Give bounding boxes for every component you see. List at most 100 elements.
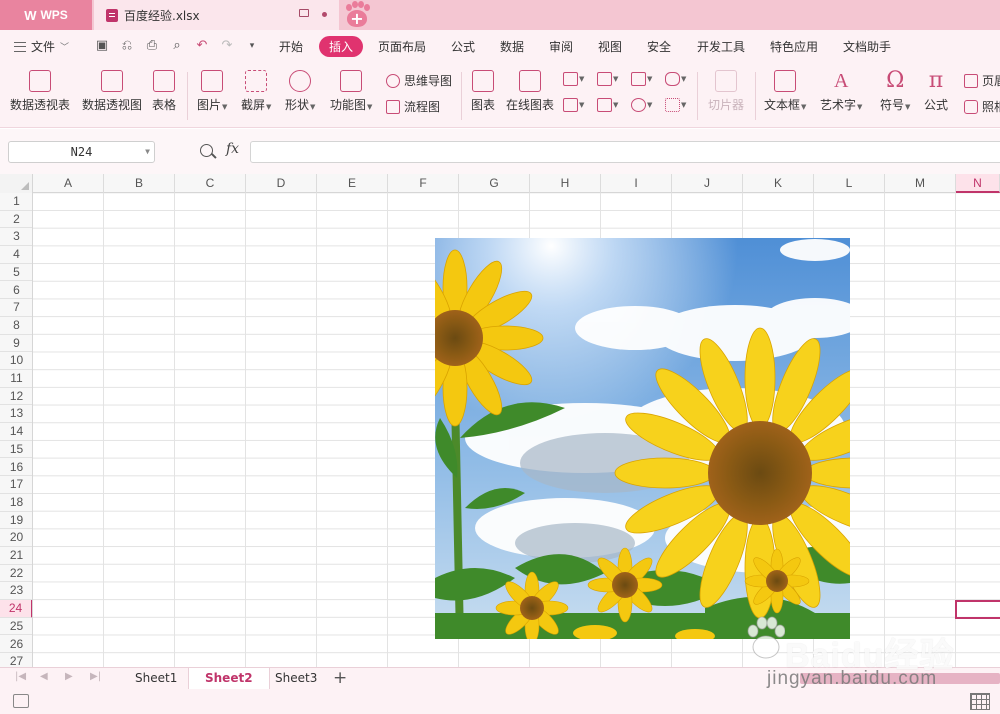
column-header[interactable]: G <box>459 174 530 193</box>
zoom-icon[interactable] <box>200 144 213 157</box>
column-header[interactable]: L <box>814 174 885 193</box>
table-button[interactable]: 表格 <box>152 70 176 113</box>
row-header[interactable]: 6 <box>0 282 32 300</box>
column-header[interactable]: K <box>743 174 814 193</box>
inserted-picture[interactable] <box>435 238 850 639</box>
wordart-button[interactable]: A 艺术字▼ <box>820 70 862 113</box>
formula-input[interactable] <box>250 141 1000 163</box>
column-chart-dropdown[interactable]: ▼ <box>563 70 589 88</box>
tab-special-features[interactable]: 特色应用 <box>770 38 818 55</box>
pivot-table-button[interactable]: 数据透视表 <box>10 70 70 113</box>
row-header[interactable]: 12 <box>0 388 32 406</box>
row-header[interactable]: 16 <box>0 459 32 477</box>
format-painter-icon[interactable]: ⎌ <box>119 38 135 54</box>
tab-insert[interactable]: 插入 <box>319 36 364 57</box>
tab-security[interactable]: 安全 <box>647 38 671 55</box>
row-header[interactable]: 2 <box>0 211 32 229</box>
sheet-tab-sheet1[interactable]: Sheet1 <box>135 671 177 685</box>
row-header[interactable]: 13 <box>0 405 32 424</box>
equation-button[interactable]: π 公式 <box>924 70 948 113</box>
add-sheet-button[interactable]: + <box>333 668 347 688</box>
row-header[interactable]: 21 <box>0 547 32 565</box>
stock-chart-dropdown[interactable]: ▼ <box>597 96 623 114</box>
textbox-button[interactable]: 文本框▼ <box>764 70 806 113</box>
line-chart-dropdown[interactable]: ▼ <box>631 70 657 88</box>
print-icon[interactable]: ⎙ <box>144 38 160 54</box>
tab-page-layout[interactable]: 页面布局 <box>378 38 426 55</box>
row-header[interactable]: 18 <box>0 494 32 512</box>
tab-developer[interactable]: 开发工具 <box>697 38 745 55</box>
column-header[interactable]: B <box>104 174 175 193</box>
slicer-button[interactable]: 切片器 <box>708 70 744 113</box>
symbol-button[interactable]: Ω 符号▼ <box>880 70 910 113</box>
column-header[interactable]: H <box>530 174 601 193</box>
column-header[interactable]: I <box>601 174 672 193</box>
column-header[interactable]: F <box>388 174 459 193</box>
column-header-active[interactable]: N <box>956 174 1000 193</box>
row-header[interactable]: 27 <box>0 653 32 667</box>
row-header[interactable]: 26 <box>0 636 32 654</box>
document-tab[interactable]: 百度经验.xlsx <box>94 0 339 30</box>
previous-sheet-icon[interactable]: ◀ <box>40 671 48 682</box>
shapes-button[interactable]: 形状▼ <box>285 70 315 113</box>
scatter-chart-dropdown[interactable]: ▼ <box>665 96 691 114</box>
column-header[interactable]: A <box>33 174 104 193</box>
first-sheet-icon[interactable]: |◀ <box>15 671 26 682</box>
row-header[interactable]: 8 <box>0 317 32 335</box>
row-header[interactable]: 10 <box>0 352 32 370</box>
pie-chart-dropdown[interactable]: ▼ <box>631 96 657 114</box>
macro-record-icon[interactable] <box>13 694 29 708</box>
row-header[interactable]: 4 <box>0 246 32 264</box>
column-header[interactable]: M <box>885 174 956 193</box>
flowchart-button[interactable]: 流程图 <box>386 98 440 115</box>
save-icon[interactable]: ▣ <box>94 38 110 54</box>
row-header[interactable]: 23 <box>0 582 32 601</box>
pivot-chart-button[interactable]: 数据透视图 <box>82 70 142 113</box>
sheet-tab-sheet2[interactable]: Sheet2 <box>188 668 270 690</box>
area-chart-dropdown[interactable]: ▼ <box>563 96 589 114</box>
selected-cell[interactable] <box>955 600 1000 619</box>
tab-review[interactable]: 审阅 <box>549 38 573 55</box>
row-header[interactable]: 7 <box>0 299 32 317</box>
row-header[interactable]: 14 <box>0 423 32 441</box>
column-header[interactable]: D <box>246 174 317 193</box>
last-sheet-icon[interactable]: ▶| <box>90 671 101 682</box>
sheet-tab-sheet3[interactable]: Sheet3 <box>275 671 317 685</box>
tab-data[interactable]: 数据 <box>500 38 524 55</box>
horizontal-scrollbar[interactable] <box>800 673 1000 684</box>
row-header[interactable]: 3 <box>0 228 32 247</box>
row-header[interactable]: 25 <box>0 618 32 636</box>
fx-icon[interactable]: fx <box>226 141 239 157</box>
row-header[interactable]: 17 <box>0 476 32 494</box>
customize-dropdown-icon[interactable]: ▾ <box>244 38 260 54</box>
column-header[interactable]: J <box>672 174 743 193</box>
row-header[interactable]: 15 <box>0 441 32 459</box>
next-sheet-icon[interactable]: ▶ <box>65 671 73 682</box>
normal-view-icon[interactable] <box>970 693 990 710</box>
bar-chart-dropdown[interactable]: ▼ <box>597 70 623 88</box>
row-header[interactable]: 20 <box>0 529 32 547</box>
function-chart-button[interactable]: 功能图▼ <box>330 70 372 113</box>
print-preview-icon[interactable]: ⌕ <box>169 38 185 54</box>
select-all-corner[interactable] <box>0 174 33 193</box>
row-header[interactable]: 9 <box>0 335 32 353</box>
row-header[interactable]: 11 <box>0 370 32 388</box>
online-chart-button[interactable]: 在线图表 <box>506 70 554 113</box>
header-footer-button[interactable]: 页眉 <box>964 72 1000 89</box>
new-tab-button[interactable]: + <box>343 1 371 29</box>
name-box[interactable]: N24 ▼ <box>8 141 155 163</box>
row-header[interactable]: 19 <box>0 512 32 530</box>
camera-button[interactable]: 照相 <box>964 98 1000 115</box>
screenshot-button[interactable]: 截屏▼ <box>241 70 271 113</box>
file-menu[interactable]: 文件 ﹀ <box>14 38 69 55</box>
tab-view[interactable]: 视图 <box>598 38 622 55</box>
chart-button[interactable]: 图表 <box>471 70 495 113</box>
mind-map-button[interactable]: 思维导图 <box>386 72 452 89</box>
redo-icon[interactable]: ↷ <box>219 38 235 54</box>
row-header[interactable]: 22 <box>0 565 32 583</box>
row-header[interactable]: 5 <box>0 264 32 282</box>
tab-home[interactable]: 开始 <box>279 38 303 55</box>
radar-chart-dropdown[interactable]: ▼ <box>665 70 691 88</box>
tab-doc-assistant[interactable]: 文档助手 <box>843 38 891 55</box>
monitor-icon[interactable] <box>299 9 309 17</box>
